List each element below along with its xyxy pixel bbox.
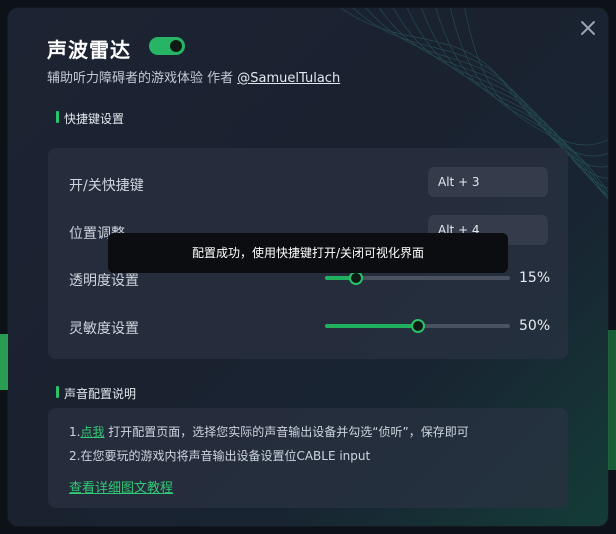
opacity-value: 15% <box>519 270 551 286</box>
sonic-radar-dialog: 声波雷达 辅助听力障碍者的游戏体验 作者 @SamuelTulach 快捷键设置… <box>8 8 608 526</box>
hotkeys-section-heading: 快捷键设置 <box>56 110 124 127</box>
sensitivity-label: 灵敏度设置 <box>69 321 139 337</box>
opacity-slider-thumb[interactable] <box>349 271 364 285</box>
background-window-edge <box>0 334 8 390</box>
sensitivity-slider-thumb[interactable] <box>410 319 425 333</box>
toggle-knob <box>170 40 182 52</box>
close-icon[interactable] <box>578 18 598 38</box>
audio-section-heading: 声音配置说明 <box>56 385 136 402</box>
dialog-title: 声波雷达 <box>47 38 131 62</box>
subtitle-text: 辅助听力障碍者的游戏体验 作者 <box>47 71 234 86</box>
sensitivity-value: 50% <box>519 318 551 334</box>
instruction-line-2: 2.在您要玩的游戏内将声音输出设备设置位CABLE input <box>69 449 371 463</box>
success-toast: 配置成功，使用快捷键打开/关闭可视化界面 <box>108 233 508 273</box>
dialog-subtitle: 辅助听力障碍者的游戏体验 作者 @SamuelTulach <box>47 67 340 86</box>
tutorial-link[interactable]: 查看详细图文教程 <box>69 477 173 496</box>
instruction-1-number: 1. <box>69 425 81 439</box>
sensitivity-slider-fill <box>325 324 418 328</box>
toggle-hotkey-label: 开/关快捷键 <box>69 178 144 194</box>
enable-toggle[interactable] <box>149 37 185 55</box>
instruction-line-1: 1.点我 打开配置页面，选择您实际的声音输出设备并勾选“侦听”，保存即可 <box>69 423 469 440</box>
opacity-slider[interactable] <box>325 271 510 285</box>
author-link[interactable]: @SamuelTulach <box>237 71 340 86</box>
toggle-hotkey-input[interactable]: Alt + 3 <box>428 167 548 197</box>
instruction-1-text: 打开配置页面，选择您实际的声音输出设备并勾选“侦听”，保存即可 <box>104 425 469 439</box>
open-config-link[interactable]: 点我 <box>80 425 104 439</box>
audio-instructions-card: 1.点我 打开配置页面，选择您实际的声音输出设备并勾选“侦听”，保存即可 2.在… <box>48 408 568 508</box>
opacity-label: 透明度设置 <box>69 273 139 289</box>
sensitivity-slider[interactable] <box>325 319 510 333</box>
